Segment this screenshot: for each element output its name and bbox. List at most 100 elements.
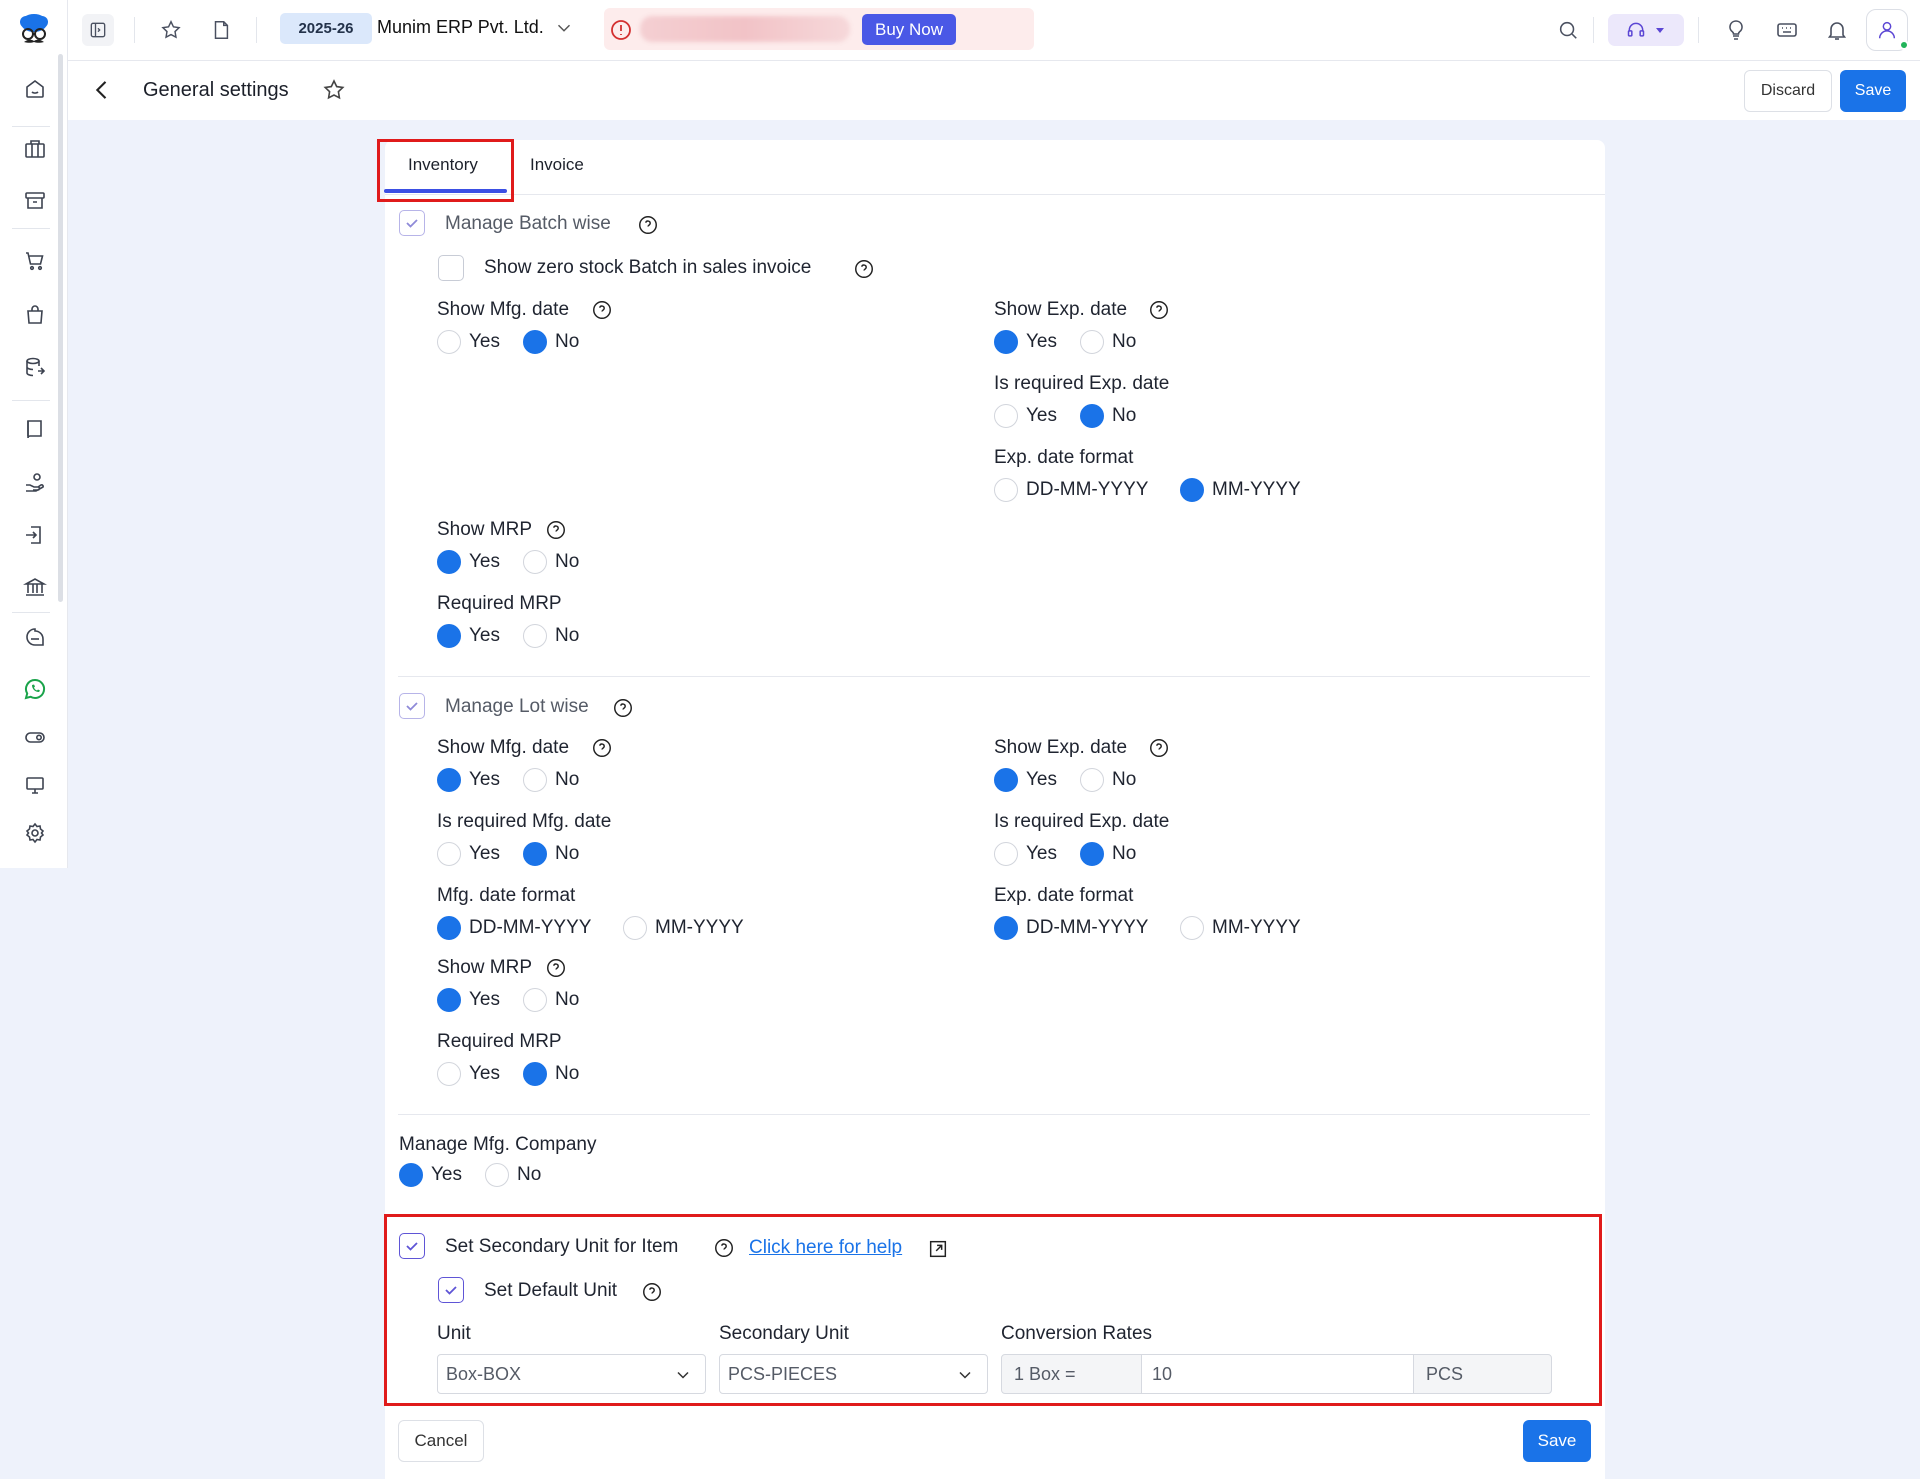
archive-box-icon[interactable] — [18, 184, 52, 218]
help-circle-icon[interactable] — [853, 258, 875, 280]
batch-req-mrp-yes-radio[interactable] — [437, 624, 461, 648]
lot-req-mrp-no-radio[interactable] — [523, 1062, 547, 1086]
unit-select[interactable]: Box-BOX — [437, 1354, 706, 1394]
lot-show-mfg-yes-radio[interactable] — [437, 768, 461, 792]
help-circle-icon[interactable] — [591, 299, 613, 321]
batch-show-mfg-yes-radio[interactable] — [437, 330, 461, 354]
save-button[interactable]: Save — [1840, 70, 1906, 112]
batch-req-exp-no-radio[interactable] — [1080, 404, 1104, 428]
financial-year-badge[interactable]: 2025-26 — [280, 13, 372, 44]
company-name[interactable]: Munim ERP Pvt. Ltd. — [377, 17, 544, 38]
lot-show-mrp-no-radio[interactable] — [523, 988, 547, 1012]
lot-req-mfg-yes-radio[interactable] — [437, 842, 461, 866]
batch-show-mfg-no-radio[interactable] — [523, 330, 547, 354]
toggle-icon[interactable] — [18, 720, 52, 754]
back-arrow-icon[interactable] — [88, 76, 116, 104]
subscription-alert — [604, 8, 1034, 50]
lot-exp-format-ddmmyyyy-radio[interactable] — [994, 916, 1018, 940]
tab-invoice[interactable]: Invoice — [530, 155, 584, 175]
help-circle-icon[interactable] — [612, 697, 634, 719]
batch-show-mrp-no-radio[interactable] — [523, 550, 547, 574]
secondary-unit-field-label: Secondary Unit — [719, 1323, 849, 1344]
lot-req-exp-no-radio[interactable] — [1080, 842, 1104, 866]
help-circle-icon[interactable] — [545, 957, 567, 979]
batch-show-mrp-yes-radio[interactable] — [437, 550, 461, 574]
radio-label: Yes — [1026, 331, 1057, 352]
radio-label: No — [517, 1164, 542, 1185]
chevron-down-icon[interactable] — [553, 17, 575, 39]
batch-exp-format-mmyyyy-radio[interactable] — [1180, 478, 1204, 502]
home-icon[interactable] — [18, 72, 52, 106]
lot-req-mrp-yes-radio[interactable] — [437, 1062, 461, 1086]
lot-show-exp-no-radio[interactable] — [1080, 768, 1104, 792]
help-circle-icon[interactable] — [1148, 737, 1170, 759]
manage-lot-checkbox[interactable] — [399, 693, 425, 719]
briefcase-icon[interactable] — [18, 132, 52, 166]
cart-icon[interactable] — [18, 244, 52, 278]
user-icon — [1876, 19, 1898, 41]
favorite-star-icon[interactable] — [155, 14, 187, 46]
zero-stock-batch-checkbox[interactable] — [438, 255, 464, 281]
help-circle-icon[interactable] — [641, 1281, 663, 1303]
gear-icon[interactable] — [18, 816, 52, 850]
toolbar-divider — [134, 17, 135, 43]
sidebar-toggle-icon[interactable] — [82, 14, 114, 46]
mfg-company-label: Manage Mfg. Company — [399, 1134, 597, 1155]
secondary-unit-label: Set Secondary Unit for Item — [445, 1236, 679, 1257]
lot-show-mfg-no-radio[interactable] — [523, 768, 547, 792]
rail-divider — [12, 126, 50, 127]
cancel-button[interactable]: Cancel — [398, 1420, 484, 1462]
buy-now-button[interactable]: Buy Now — [862, 14, 956, 45]
lot-req-exp-yes-radio[interactable] — [994, 842, 1018, 866]
batch-req-exp-yes-radio[interactable] — [994, 404, 1018, 428]
lot-exp-format-mmyyyy-radio[interactable] — [1180, 916, 1204, 940]
monitor-icon[interactable] — [18, 768, 52, 802]
shopping-bag-icon[interactable] — [18, 298, 52, 332]
help-circle-icon[interactable] — [545, 519, 567, 541]
notification-bell-icon[interactable] — [1821, 14, 1853, 46]
conversion-rate-input[interactable] — [1141, 1354, 1414, 1394]
lot-req-mfg-no-radio[interactable] — [523, 842, 547, 866]
default-unit-checkbox[interactable] — [438, 1277, 464, 1303]
search-icon[interactable] — [1552, 14, 1584, 46]
file-import-icon[interactable] — [18, 518, 52, 552]
document-icon[interactable] — [205, 14, 237, 46]
help-circle-icon[interactable] — [591, 737, 613, 759]
save-button-bottom[interactable]: Save — [1523, 1420, 1591, 1462]
batch-show-exp-no-radio[interactable] — [1080, 330, 1104, 354]
secondary-unit-select[interactable]: PCS-PIECES — [719, 1354, 988, 1394]
support-dropdown[interactable] — [1608, 14, 1684, 46]
radio-label: No — [555, 769, 580, 790]
star-icon[interactable] — [322, 78, 348, 104]
mfg-company-no-radio[interactable] — [485, 1163, 509, 1187]
radio-label: Yes — [469, 989, 500, 1010]
bank-icon[interactable] — [18, 570, 52, 604]
lot-mfg-format-mmyyyy-radio[interactable] — [623, 916, 647, 940]
keyboard-icon[interactable] — [1771, 14, 1803, 46]
batch-show-exp-yes-radio[interactable] — [994, 330, 1018, 354]
lightbulb-icon[interactable] — [1720, 14, 1752, 46]
lot-show-exp-yes-radio[interactable] — [994, 768, 1018, 792]
app-logo-icon[interactable] — [12, 8, 56, 52]
lot-mfg-format-ddmmyyyy-radio[interactable] — [437, 916, 461, 940]
mfg-company-yes-radio[interactable] — [399, 1163, 423, 1187]
batch-req-mrp-no-radio[interactable] — [523, 624, 547, 648]
database-export-icon[interactable] — [18, 350, 52, 384]
rail-scrollbar[interactable] — [58, 54, 63, 602]
hand-coins-icon[interactable] — [18, 466, 52, 500]
manage-batch-checkbox[interactable] — [399, 210, 425, 236]
help-circle-icon[interactable] — [713, 1237, 735, 1259]
secondary-unit-checkbox[interactable] — [399, 1233, 425, 1259]
manage-batch-label: Manage Batch wise — [445, 213, 611, 234]
book-icon[interactable] — [18, 412, 52, 446]
help-circle-icon[interactable] — [1148, 299, 1170, 321]
whatsapp-icon[interactable] — [18, 672, 52, 706]
chat-support-icon[interactable] — [18, 622, 52, 656]
help-link[interactable]: Click here for help — [749, 1237, 902, 1259]
lot-show-mrp-yes-radio[interactable] — [437, 988, 461, 1012]
help-circle-icon[interactable] — [637, 214, 659, 236]
discard-button[interactable]: Discard — [1744, 70, 1832, 112]
batch-exp-format-ddmmyyyy-radio[interactable] — [994, 478, 1018, 502]
external-link-icon[interactable] — [927, 1238, 949, 1260]
tab-inventory[interactable]: Inventory — [408, 155, 478, 175]
